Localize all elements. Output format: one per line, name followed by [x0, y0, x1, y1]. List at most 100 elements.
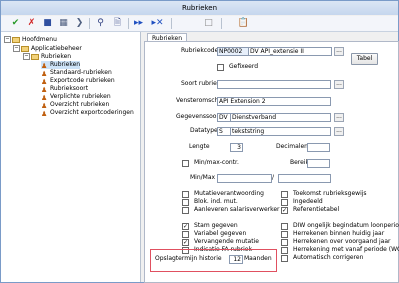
toekomst-rubrieksgewijs-label: Toekomst rubrieksgewijs — [293, 190, 367, 197]
herrekenen-huidig-jaar-checkbox[interactable] — [281, 231, 288, 238]
max-input[interactable] — [278, 174, 331, 183]
soort-rubriek-label: Soort rubriek — [181, 80, 221, 87]
vervangende-mutatie-checkbox[interactable]: ✓ — [182, 239, 189, 246]
cancel-icon[interactable]: ✗ — [25, 17, 38, 29]
save-icon[interactable]: ■ — [41, 17, 54, 29]
herrekenen-huidig-jaar-label: Herrekenen binnen huidig jaar — [293, 230, 385, 237]
soort-rubriek-lookup-button[interactable]: ... — [334, 80, 344, 89]
tree-item-exportcode-rubrieken[interactable]: ♟ Exportcode rubrieken — [41, 77, 115, 86]
window-title: Rubrieken — [1, 1, 398, 15]
minmax-contr-checkbox[interactable] — [182, 160, 189, 167]
ingedeeld-label: Ingedeeld — [293, 198, 323, 205]
lengte-label: Lengte — [189, 143, 210, 150]
folder-icon — [21, 45, 29, 52]
automatisch-corrigeren-label: Automatisch corrigeren — [293, 254, 364, 261]
tree-item-rubrieksoort[interactable]: ♟ Rubrieksoort — [41, 85, 88, 94]
toolbar: ✔ ✗ ■ ▦ ❯ ⚲ 🗎 ▸▸ ▸✕ □ 📋 — [1, 16, 398, 32]
datatype-label: Datatype — [190, 127, 218, 134]
toolbar-separator — [89, 18, 90, 29]
aanleveren-salarisverwerker-label: Aanleveren salarisverwerker — [194, 206, 280, 213]
blok-ind-mut-checkbox[interactable] — [182, 199, 189, 206]
next-icon[interactable]: ▸▸ — [132, 17, 145, 29]
decimalen-label: Decimalen — [276, 143, 308, 150]
doc-search-icon[interactable]: 🗎 — [111, 17, 124, 29]
toekomst-rubrieksgewijs-checkbox[interactable] — [281, 191, 288, 198]
gefixeerd-label: Gefixeerd — [229, 63, 259, 70]
person-icon: ♟ — [41, 61, 48, 70]
diw-ongelijk-checkbox[interactable] — [281, 223, 288, 230]
collapse-icon[interactable]: − — [23, 53, 30, 60]
minmax-contr-label: Min/max-contr. — [194, 159, 239, 166]
vensteromschr-label: Vensteromschr. — [176, 97, 223, 104]
opslagtermijn-unit: Maanden — [244, 255, 272, 262]
mutatieverantwoording-checkbox[interactable] — [182, 191, 189, 198]
herrekenen-voorgaand-jaar-label: Herrekenen over voorgaand jaar — [293, 238, 391, 245]
collapse-icon[interactable]: − — [13, 45, 20, 52]
variabel-gegeven-label: Variabel gegeven — [194, 230, 247, 237]
decimalen-input[interactable] — [307, 143, 330, 152]
minmax-separator: / — [272, 174, 275, 181]
blank-icon[interactable]: □ — [202, 17, 215, 29]
tree-item-standaard-rubrieken[interactable]: ♟ Standaard-rubrieken — [41, 69, 112, 78]
folder-icon — [31, 53, 39, 60]
gegevenssoort-lookup-button[interactable]: ... — [334, 113, 344, 122]
herrekening-vanaf-periode-checkbox[interactable] — [281, 247, 288, 254]
automatisch-corrigeren-checkbox[interactable] — [281, 255, 288, 262]
gegevenssoort-description: Dienstverband — [230, 113, 331, 122]
variabel-gegeven-checkbox[interactable] — [182, 231, 189, 238]
min-input[interactable] — [217, 174, 272, 183]
datatype-description: tekststring — [230, 127, 331, 136]
search-icon[interactable]: ⚲ — [94, 17, 107, 29]
referentietabel-checkbox[interactable]: ✓ — [281, 207, 288, 214]
tree-item-hoofdmenu[interactable]: − Hoofdmenu — [4, 36, 57, 44]
datatype-lookup-button[interactable]: ... — [334, 127, 344, 136]
herrekening-vanaf-periode-label: Herrekening met vanaf periode (WG) — [293, 246, 399, 253]
tree-item-overzicht-exportcoderingen[interactable]: ♟ Overzicht exportcoderingen — [41, 109, 134, 118]
rubriekcode-description: DV API_extensie II — [248, 47, 332, 56]
mutatieverantwoording-label: Mutatieverantwoording — [194, 190, 264, 197]
paste-icon[interactable]: 📋 — [237, 17, 250, 29]
aanleveren-salarisverwerker-checkbox[interactable] — [182, 207, 189, 214]
person-icon: ♟ — [41, 93, 48, 102]
toolbar-separator — [171, 18, 172, 29]
datatype-code-input[interactable]: S — [217, 127, 231, 136]
person-icon: ♟ — [41, 69, 48, 78]
vensteromschr-input[interactable]: API Extension 2 — [217, 97, 331, 106]
ingedeeld-checkbox[interactable] — [281, 199, 288, 206]
herrekenen-voorgaand-jaar-checkbox[interactable] — [281, 239, 288, 246]
person-icon: ♟ — [41, 109, 48, 118]
tabel-button[interactable]: Tabel — [351, 53, 378, 65]
bereik-input[interactable] — [307, 159, 330, 168]
tree-item-verplichte-rubrieken[interactable]: ♟ Verplichte rubrieken — [41, 93, 111, 102]
rubriekcode-lookup-button[interactable]: ... — [334, 47, 344, 56]
tree-item-rubrieken[interactable]: ♟ Rubrieken — [41, 61, 81, 70]
chevron-icon[interactable]: ❯ — [73, 17, 86, 29]
vervangende-mutatie-label: Vervangende mutatie — [194, 238, 259, 245]
rubriekcode-input[interactable]: NP0002 — [217, 47, 249, 56]
stam-gegeven-checkbox[interactable]: ✓ — [182, 223, 189, 230]
person-icon: ♟ — [41, 77, 48, 86]
lengte-input[interactable]: 3 — [230, 143, 243, 152]
tree-item-overzicht-rubrieken[interactable]: ♟ Overzicht rubrieken — [41, 101, 109, 110]
folder-icon — [12, 36, 20, 43]
navigation-tree: − Hoofdmenu − Applicatiebeheer − Rubrieken … — [1, 32, 141, 282]
gefixeerd-checkbox[interactable] — [217, 64, 224, 71]
referentietabel-label: Referentietabel — [293, 206, 340, 213]
collapse-icon[interactable]: − — [4, 36, 11, 43]
opslagtermijn-input[interactable]: 12 — [229, 255, 243, 264]
minmax-label: Min/Max — [190, 174, 216, 181]
diw-ongelijk-label: DIW ongelijk begindatum loonperiode — [293, 222, 399, 229]
grid-icon[interactable]: ▦ — [57, 17, 70, 29]
blok-ind-mut-label: Blok. ind. mut. — [194, 198, 238, 205]
toolbar-separator — [221, 18, 222, 29]
toolbar-separator — [128, 18, 129, 29]
check-icon[interactable]: ✔ — [9, 17, 22, 29]
tree-item-rubrieken-folder[interactable]: − Rubrieken — [23, 53, 71, 61]
soort-rubriek-input[interactable] — [217, 80, 331, 89]
gegevenssoort-label: Gegevenssoort — [176, 113, 222, 120]
main-window: Rubrieken ✔ ✗ ■ ▦ ❯ ⚲ 🗎 ▸▸ ▸✕ □ 📋 − Hoofd… — [0, 0, 399, 283]
tree-item-applicatiebeheer[interactable]: − Applicatiebeheer — [13, 45, 82, 53]
person-icon: ♟ — [41, 85, 48, 94]
remove-next-icon[interactable]: ▸✕ — [151, 17, 164, 29]
gegevenssoort-code-input[interactable]: DV — [217, 113, 231, 122]
